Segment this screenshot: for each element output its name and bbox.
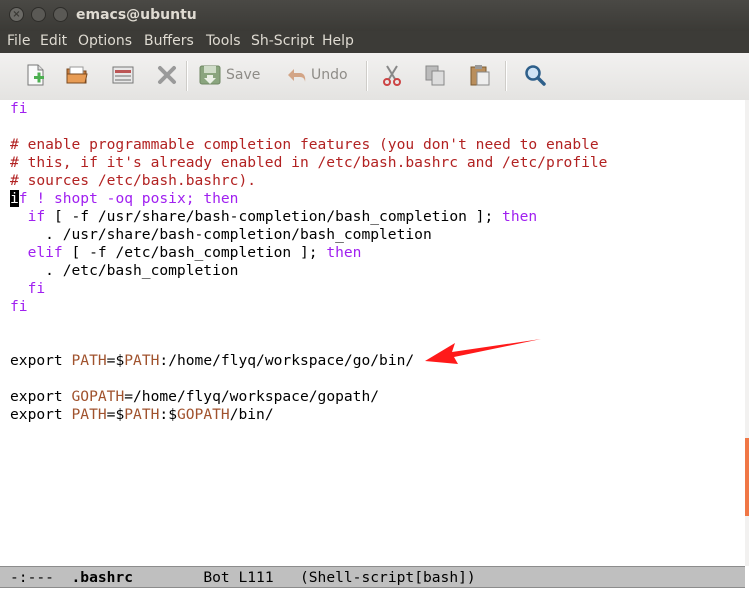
undo-arrow-icon: [288, 69, 306, 82]
maximize-window-button[interactable]: [53, 7, 68, 22]
dired-icon: [112, 66, 134, 84]
menu-bar: File Edit Options Buffers Tools Sh-Scrip…: [0, 31, 749, 53]
code-line-export-gopath: export GOPATH=/home/flyq/workspace/gopat…: [10, 388, 380, 405]
toolbar-separator: [186, 61, 188, 91]
paste-icon: [470, 65, 490, 86]
code-line: . /etc/bash_completion: [10, 262, 239, 279]
open-folder-icon: [66, 66, 88, 84]
mode-line-text: -:--- .bashrc Bot L111 (Shell-script[bas…: [10, 569, 476, 587]
mode-line: -:--- .bashrc Bot L111 (Shell-script[bas…: [0, 566, 745, 588]
mode-line-position: Bot L111 (Shell-script[bash]): [133, 569, 476, 586]
copy-icon: [425, 65, 445, 86]
code-line: fi: [10, 100, 28, 117]
magnifier-icon: [525, 65, 546, 86]
text-cursor: i: [10, 190, 19, 207]
editor-buffer[interactable]: fi # enable programmable completion feat…: [0, 100, 745, 566]
window-title: emacs@ubuntu: [76, 7, 197, 23]
toolbar: Save Undo: [0, 53, 749, 101]
title-bar: × emacs@ubuntu: [0, 0, 749, 31]
mode-line-status: -:---: [10, 569, 72, 586]
code-line: fi: [10, 298, 28, 315]
save-label: Save: [226, 67, 261, 83]
menu-tools[interactable]: Tools: [206, 33, 241, 49]
code-line-comment: # enable programmable completion feature…: [10, 136, 599, 153]
code-line: . /usr/share/bash-completion/bash_comple…: [10, 226, 432, 243]
minimize-window-button[interactable]: [31, 7, 46, 22]
code-line-comment: # sources /etc/bash.bashrc).: [10, 172, 257, 189]
menu-file[interactable]: File: [7, 33, 30, 49]
menu-buffers[interactable]: Buffers: [144, 33, 194, 49]
menu-options[interactable]: Options: [78, 33, 132, 49]
toolbar-separator: [505, 61, 507, 91]
close-window-button[interactable]: ×: [9, 7, 24, 22]
code-line: elif [ -f /etc/bash_completion ]; then: [27, 244, 362, 261]
code-line: if ! shopt -oq posix; then: [10, 190, 239, 207]
menu-help[interactable]: Help: [322, 33, 354, 49]
code-line: if [ -f /usr/share/bash-completion/bash_…: [27, 208, 538, 225]
code-line-comment: # this, if it's already enabled in /etc/…: [10, 154, 608, 171]
new-file-icon: [27, 64, 44, 86]
code-line: fi: [10, 280, 46, 297]
menu-edit[interactable]: Edit: [40, 33, 67, 49]
menu-sh-script[interactable]: Sh-Script: [251, 33, 314, 49]
buffer-name: .bashrc: [71, 569, 134, 586]
toolbar-separator: [366, 61, 368, 91]
close-buffer-icon: [158, 66, 176, 84]
code-line-export-path: export PATH=$PATH:/home/flyq/workspace/g…: [10, 352, 415, 369]
save-icon: [199, 65, 221, 85]
close-icon: ×: [12, 9, 21, 20]
code-line-export-path-gopath: export PATH=$PATH:$GOPATH/bin/: [10, 406, 274, 423]
vertical-scrollbar[interactable]: [745, 100, 749, 566]
undo-label: Undo: [311, 67, 348, 83]
scissors-icon: [383, 65, 401, 86]
minibuffer[interactable]: [0, 588, 749, 605]
scrollbar-thumb[interactable]: [745, 438, 749, 516]
